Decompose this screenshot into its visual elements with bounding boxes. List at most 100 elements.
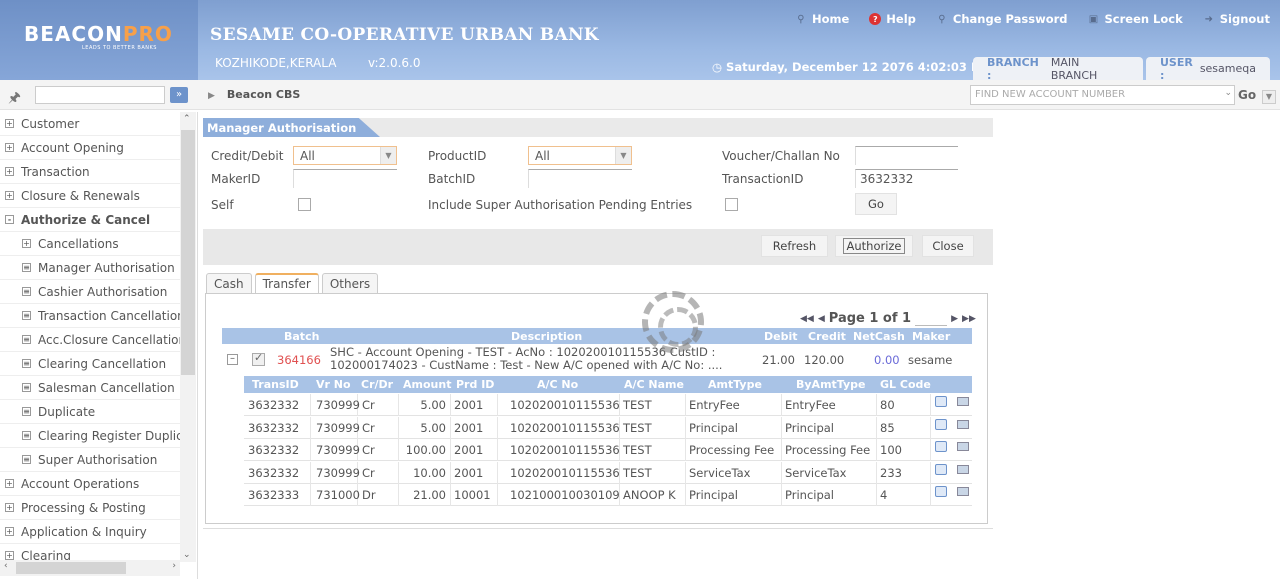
detail-cell: 10001 bbox=[454, 488, 491, 502]
user-tab[interactable]: USER : sesameqa bbox=[1146, 55, 1270, 82]
top-links: ⚲ Home ? Help ⚲ Change Password ▣ Screen Loc… bbox=[795, 12, 1270, 26]
tab-cash[interactable]: Cash bbox=[206, 273, 252, 293]
batch-id-link[interactable]: 364166 bbox=[277, 353, 321, 367]
self-checkbox[interactable] bbox=[298, 198, 311, 211]
detail-row[interactable]: 3632332 730999 Cr 10.00 2001 102020010115536 T… bbox=[244, 461, 972, 484]
detail-row[interactable]: 3632332 730999 Cr 5.00 2001 102020010115536 TE… bbox=[244, 394, 972, 416]
detail-row[interactable]: 3632333 731000 Dr 21.00 10001 102100010030109… bbox=[244, 484, 972, 506]
pin-icon[interactable]: 🖈 bbox=[8, 87, 21, 111]
home-link[interactable]: ⚲ Home bbox=[795, 12, 849, 26]
comment-icon[interactable] bbox=[935, 486, 947, 497]
toolbar-menu-icon[interactable]: ▼ bbox=[1262, 90, 1276, 104]
close-button[interactable]: Close bbox=[922, 235, 974, 257]
scroll-right-icon[interactable]: › bbox=[172, 561, 176, 571]
menu-search-input[interactable] bbox=[35, 86, 165, 104]
sidebar-item-super-authorisation[interactable]: ≡ Super Authorisation bbox=[0, 448, 180, 472]
sidebar-item-transaction[interactable]: + Transaction bbox=[0, 160, 180, 184]
find-account-go-button[interactable]: Go bbox=[1238, 88, 1256, 102]
menu-search-go-button[interactable]: » bbox=[170, 87, 188, 103]
signout-link[interactable]: ➜ Signout bbox=[1203, 12, 1270, 26]
sidebar-item-processing-posting[interactable]: + Processing & Posting bbox=[0, 496, 180, 520]
screen-lock-link[interactable]: ▣ Screen Lock bbox=[1088, 12, 1183, 26]
image-icon[interactable] bbox=[957, 487, 969, 496]
sidebar-item-account-opening[interactable]: + Account Opening bbox=[0, 136, 180, 160]
branch-tab[interactable]: BRANCH : MAIN BRANCH bbox=[973, 55, 1143, 82]
scroll-down-icon[interactable]: ⌄ bbox=[183, 550, 191, 560]
batch-select-checkbox[interactable]: ✓ bbox=[252, 351, 265, 366]
sidebar-item-label: Salesman Cancellation bbox=[38, 380, 175, 395]
chevron-down-icon[interactable]: ⌄ bbox=[1224, 88, 1232, 98]
detail-cell: Dr bbox=[362, 488, 376, 502]
page-number-input[interactable] bbox=[915, 312, 948, 326]
refresh-button[interactable]: Refresh bbox=[761, 235, 828, 257]
help-link-label: Help bbox=[886, 12, 916, 26]
sidebar-item-clearing-cancellation[interactable]: ≡ Clearing Cancellation bbox=[0, 352, 180, 376]
sidebar-item-clearing-register-duplicate[interactable]: ≡ Clearing Register Duplicate bbox=[0, 424, 180, 448]
transaction-id-input[interactable]: 3632332 bbox=[855, 169, 958, 188]
sidebar-item-transaction-cancellation[interactable]: ≡ Transaction Cancellation bbox=[0, 304, 180, 328]
credit-debit-select[interactable]: All ▼ bbox=[293, 146, 397, 165]
first-page-icon[interactable]: ◀◀ bbox=[800, 314, 814, 324]
sidebar-vertical-scrollbar[interactable]: ⌃ ⌄ bbox=[180, 112, 196, 562]
change-password-link[interactable]: ⚲ Change Password bbox=[936, 12, 1067, 26]
next-page-icon[interactable]: ▶ bbox=[951, 314, 958, 324]
maker-id-input[interactable] bbox=[293, 169, 397, 188]
find-account-input[interactable]: FIND NEW ACCOUNT NUMBER ⌄ bbox=[970, 85, 1235, 105]
description-column-header: Description bbox=[511, 330, 583, 343]
help-link[interactable]: ? Help bbox=[869, 12, 916, 26]
chevron-down-icon[interactable]: ▼ bbox=[615, 147, 631, 164]
scroll-left-icon[interactable]: ‹ bbox=[4, 561, 8, 571]
comment-icon[interactable] bbox=[935, 396, 947, 407]
detail-cell: 3632333 bbox=[248, 488, 300, 502]
sidebar-item-cancellations[interactable]: + Cancellations bbox=[0, 232, 180, 256]
list-icon: ≡ bbox=[22, 263, 31, 272]
bank-location: KOZHIKODE,KERALA bbox=[215, 56, 337, 70]
tab-transfer[interactable]: Transfer bbox=[254, 273, 319, 293]
tab-others[interactable]: Others bbox=[321, 273, 379, 293]
comment-icon[interactable] bbox=[935, 441, 947, 452]
sidebar-item-duplicate[interactable]: ≡ Duplicate bbox=[0, 400, 180, 424]
collapse-icon[interactable]: – bbox=[227, 354, 238, 365]
user-label: USER : bbox=[1160, 55, 1193, 82]
sidebar-item-cashier-authorisation[interactable]: ≡ Cashier Authorisation bbox=[0, 280, 180, 304]
detail-column-header: Prd ID bbox=[456, 378, 495, 391]
image-icon[interactable] bbox=[957, 397, 969, 406]
sidebar-item-account-operations[interactable]: + Account Operations bbox=[0, 472, 180, 496]
comment-icon[interactable] bbox=[935, 463, 947, 475]
detail-cell: 2001 bbox=[454, 443, 484, 457]
scroll-up-icon[interactable]: ⌃ bbox=[183, 114, 191, 124]
filter-go-button[interactable]: Go bbox=[855, 193, 897, 215]
cell-divider bbox=[685, 416, 686, 439]
image-icon[interactable] bbox=[957, 442, 969, 451]
branch-label: BRANCH : bbox=[987, 55, 1039, 82]
cell-divider bbox=[781, 394, 782, 416]
sidebar-item-authorize-cancel[interactable]: - Authorize & Cancel bbox=[0, 208, 180, 232]
comment-icon[interactable] bbox=[935, 418, 947, 430]
voucher-input[interactable] bbox=[855, 146, 958, 165]
breadcrumb-label[interactable]: Beacon CBS bbox=[227, 88, 300, 101]
prev-page-icon[interactable]: ◀ bbox=[818, 314, 825, 324]
batch-id-input[interactable] bbox=[528, 169, 632, 188]
scroll-thumb[interactable] bbox=[181, 130, 195, 375]
hscroll-thumb[interactable] bbox=[16, 562, 126, 574]
image-icon[interactable] bbox=[957, 464, 969, 474]
detail-row[interactable]: 3632332 730999 Cr 100.00 2001 102020010115536… bbox=[244, 439, 972, 461]
sidebar-horizontal-scrollbar[interactable]: ‹ › bbox=[0, 560, 180, 576]
detail-cell: ServiceTax bbox=[785, 465, 847, 480]
sidebar-item-application-inquiry[interactable]: + Application & Inquiry bbox=[0, 520, 180, 544]
sidebar-item-manager-authorisation[interactable]: ≡ Manager Authorisation bbox=[0, 256, 180, 280]
super-authorisation-checkbox[interactable] bbox=[725, 198, 738, 211]
cell-divider bbox=[497, 461, 498, 484]
chevron-down-icon[interactable]: ▼ bbox=[380, 147, 396, 164]
last-page-icon[interactable]: ▶▶ bbox=[962, 314, 976, 324]
sidebar-item-acc-closure-cancellation[interactable]: ≡ Acc.Closure Cancellation bbox=[0, 328, 180, 352]
authorize-button[interactable]: Authorize bbox=[835, 235, 913, 257]
detail-row[interactable]: 3632332 730999 Cr 5.00 2001 102020010115536 TE… bbox=[244, 416, 972, 439]
image-icon[interactable] bbox=[957, 419, 969, 429]
logo[interactable]: BEACONPRO bbox=[24, 22, 173, 46]
product-id-select[interactable]: All ▼ bbox=[528, 146, 632, 165]
batch-row[interactable]: – ✓ 364166 SHC - Account Opening - TEST … bbox=[222, 345, 972, 375]
sidebar-item-closure-renewals[interactable]: + Closure & Renewals bbox=[0, 184, 180, 208]
sidebar-item-customer[interactable]: + Customer bbox=[0, 112, 180, 136]
sidebar-item-salesman-cancellation[interactable]: ≡ Salesman Cancellation bbox=[0, 376, 180, 400]
